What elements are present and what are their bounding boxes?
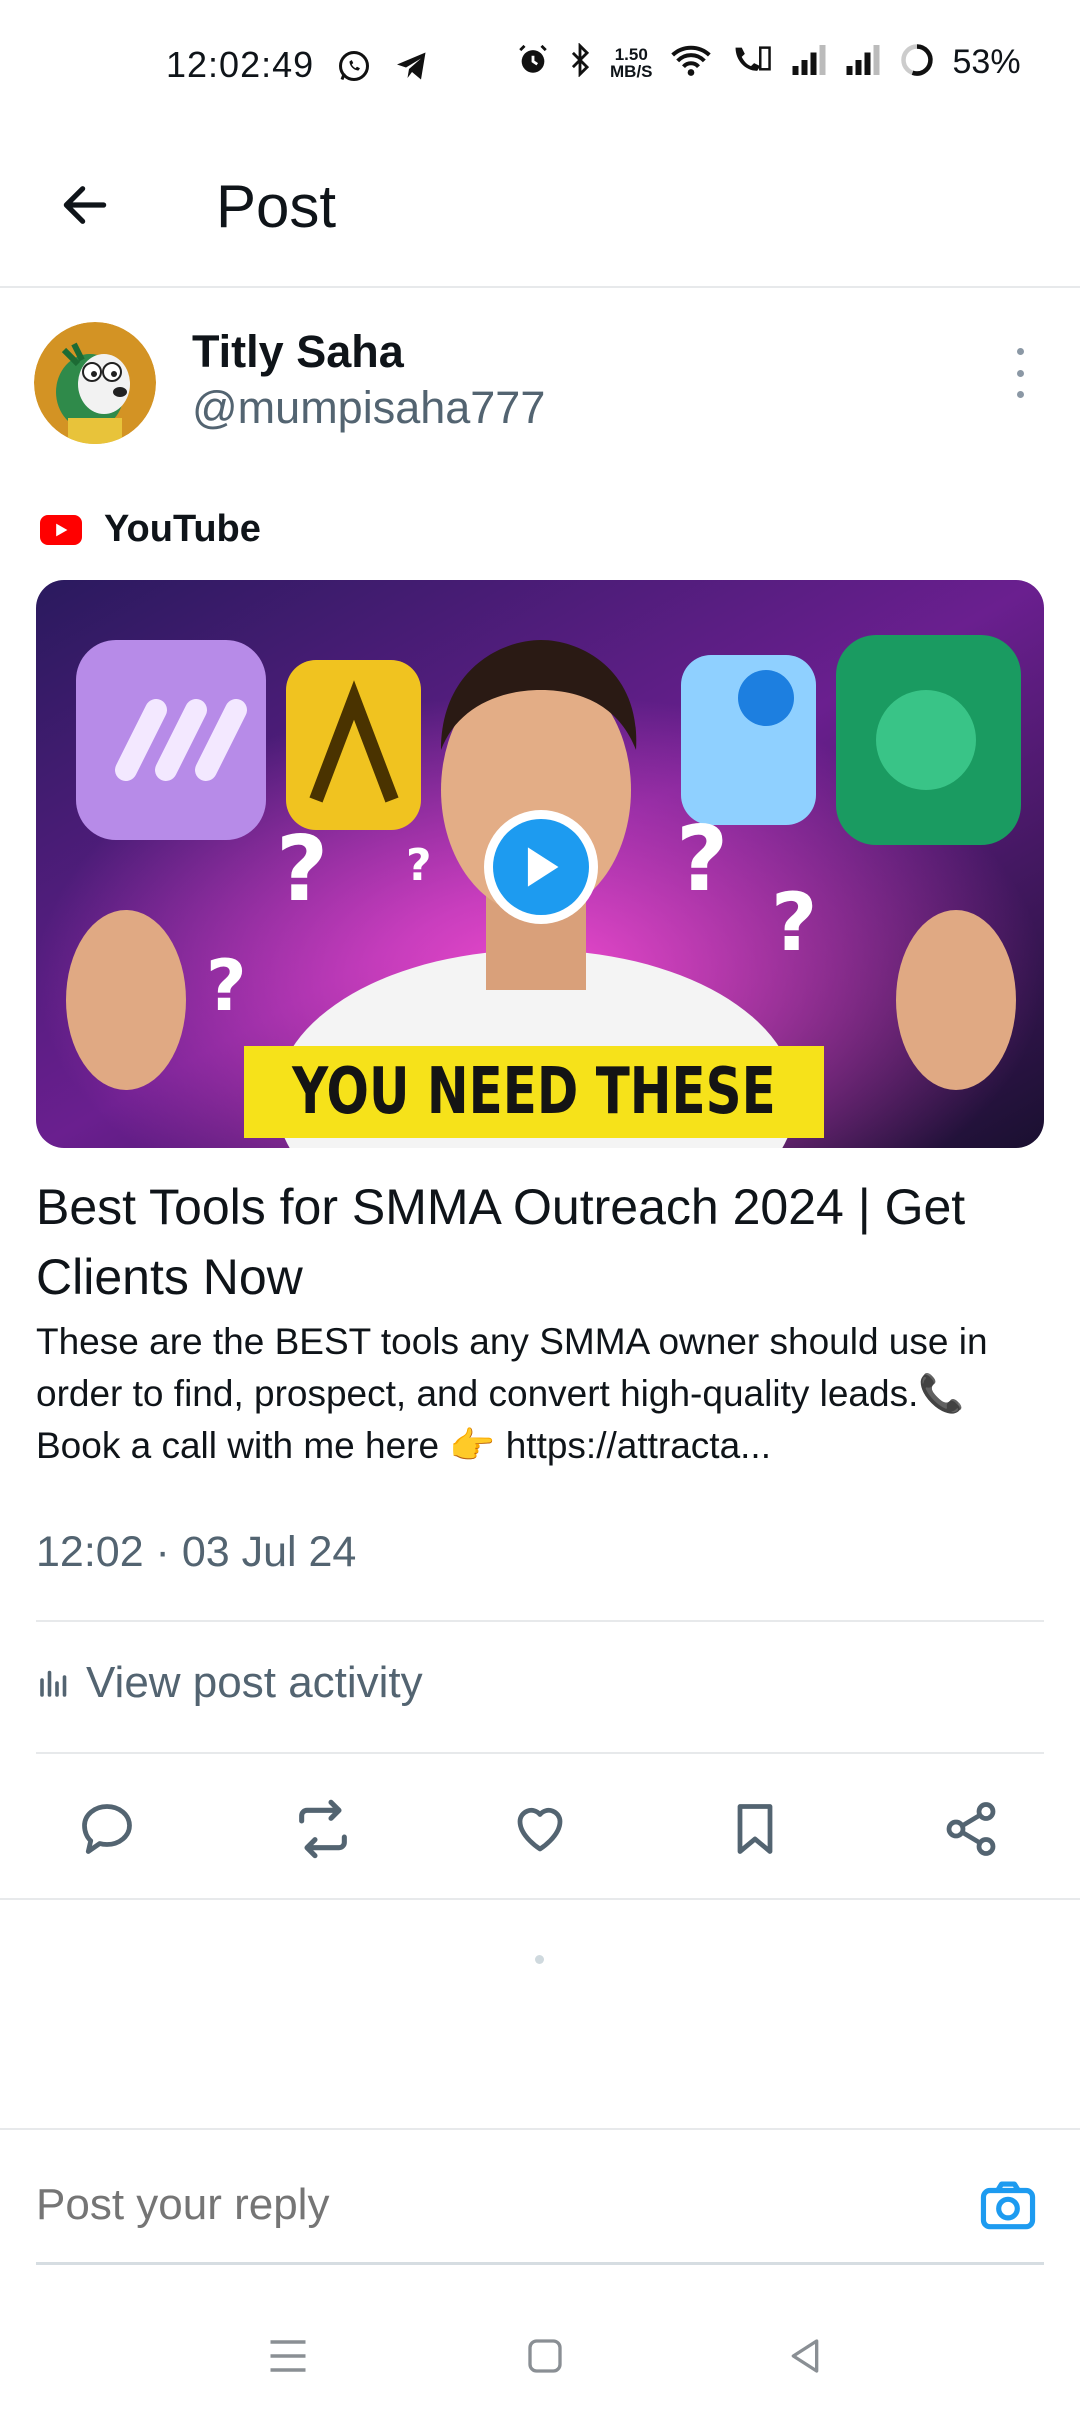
- divider: [0, 1898, 1080, 1900]
- thumbnail-banner: YOU NEED THESE: [244, 1046, 824, 1138]
- triangle-back-icon: [791, 2339, 819, 2373]
- notification-icons: [336, 48, 430, 89]
- reply-underline: [36, 2262, 1044, 2265]
- network-speed: 1.50 MB/S: [610, 46, 653, 80]
- signal-2-icon: [845, 45, 881, 80]
- post-screen: 12:02:49 1.50 MB/S 53% Post Titly Saha @…: [0, 0, 1080, 2412]
- action-bar: [0, 1786, 1080, 1872]
- play-button[interactable]: [484, 810, 598, 924]
- like-button[interactable]: [497, 1786, 583, 1872]
- more-options-button[interactable]: [1000, 348, 1040, 398]
- home-button[interactable]: [510, 2324, 580, 2388]
- back-button[interactable]: [50, 170, 120, 240]
- avatar[interactable]: [34, 322, 156, 444]
- status-time: 12:02:49: [166, 44, 315, 85]
- system-icons: 1.50 MB/S 53%: [516, 42, 1021, 83]
- repost-button[interactable]: [280, 1786, 366, 1872]
- recent-apps-button[interactable]: [253, 2324, 323, 2388]
- more-vertical-icon: [1016, 348, 1024, 355]
- youtube-icon: [40, 514, 82, 545]
- loading-indicator: [535, 1955, 544, 1964]
- comment-icon: [82, 1804, 132, 1854]
- system-nav-bar: [0, 2300, 1080, 2412]
- camera-button[interactable]: [976, 2174, 1040, 2238]
- svg-text:?: ?: [206, 945, 247, 1027]
- svg-text:?: ?: [406, 840, 432, 891]
- heart-icon: [517, 1807, 563, 1852]
- reply-bar: [0, 2128, 1080, 2268]
- home-square-icon: [528, 2339, 562, 2373]
- bookmark-button[interactable]: [712, 1786, 798, 1872]
- thumbnail-banner-text: YOU NEED THESE: [292, 1055, 776, 1129]
- card-title[interactable]: Best Tools for SMMA Outreach 2024 | Get …: [36, 1172, 1046, 1312]
- video-thumbnail[interactable]: ? ? ? ? ? YOU NEED THESE: [36, 580, 1044, 1148]
- share-button[interactable]: [928, 1786, 1014, 1872]
- source-label: YouTube: [104, 508, 261, 550]
- speed-value: 1.50: [614, 44, 648, 64]
- arrow-left-icon: [63, 186, 107, 224]
- bar-chart-icon: [40, 1670, 67, 1697]
- bluetooth-icon: [568, 42, 592, 82]
- post-timestamp: 12:02 · 03 Jul 24: [36, 1528, 357, 1576]
- activity-label: View post activity: [86, 1658, 423, 1707]
- bookmark-icon: [737, 1804, 773, 1854]
- battery-ring-icon: [899, 42, 935, 83]
- more-dot: [1016, 369, 1024, 377]
- share-icon: [946, 1802, 996, 1856]
- status-bar: 12:02:49 1.50 MB/S 53%: [0, 0, 1080, 140]
- app-header: Post: [0, 140, 1080, 288]
- author-handle[interactable]: @mumpisaha777: [192, 382, 545, 434]
- repost-icon: [299, 1799, 347, 1859]
- divider: [36, 1620, 1044, 1622]
- telegram-icon: [394, 48, 430, 89]
- signal-1-icon: [791, 45, 827, 80]
- volte-call-icon: [729, 43, 773, 82]
- battery-percent: 53%: [952, 43, 1021, 81]
- card-description: These are the BEST tools any SMMA owner …: [36, 1321, 988, 1466]
- wifi-icon: [670, 43, 711, 82]
- reply-button[interactable]: [64, 1786, 150, 1872]
- page-title: Post: [216, 173, 337, 240]
- alarm-icon: [516, 43, 550, 82]
- author-name[interactable]: Titly Saha: [192, 326, 404, 378]
- system-back-button[interactable]: [770, 2324, 840, 2388]
- whatsapp-icon: [336, 48, 372, 89]
- menu-icon: [270, 2340, 306, 2372]
- play-icon: [493, 819, 589, 915]
- view-post-activity[interactable]: View post activity: [36, 1658, 423, 1708]
- svg-text:?: ?: [771, 876, 817, 969]
- reply-input[interactable]: [36, 2180, 836, 2230]
- svg-text:?: ?: [276, 817, 328, 922]
- more-dot: [1016, 391, 1024, 398]
- svg-text:?: ?: [676, 807, 728, 912]
- link-source: YouTube: [40, 508, 261, 551]
- divider: [36, 1752, 1044, 1754]
- speed-unit: MB/S: [610, 61, 653, 81]
- camera-icon: [980, 2181, 1036, 2230]
